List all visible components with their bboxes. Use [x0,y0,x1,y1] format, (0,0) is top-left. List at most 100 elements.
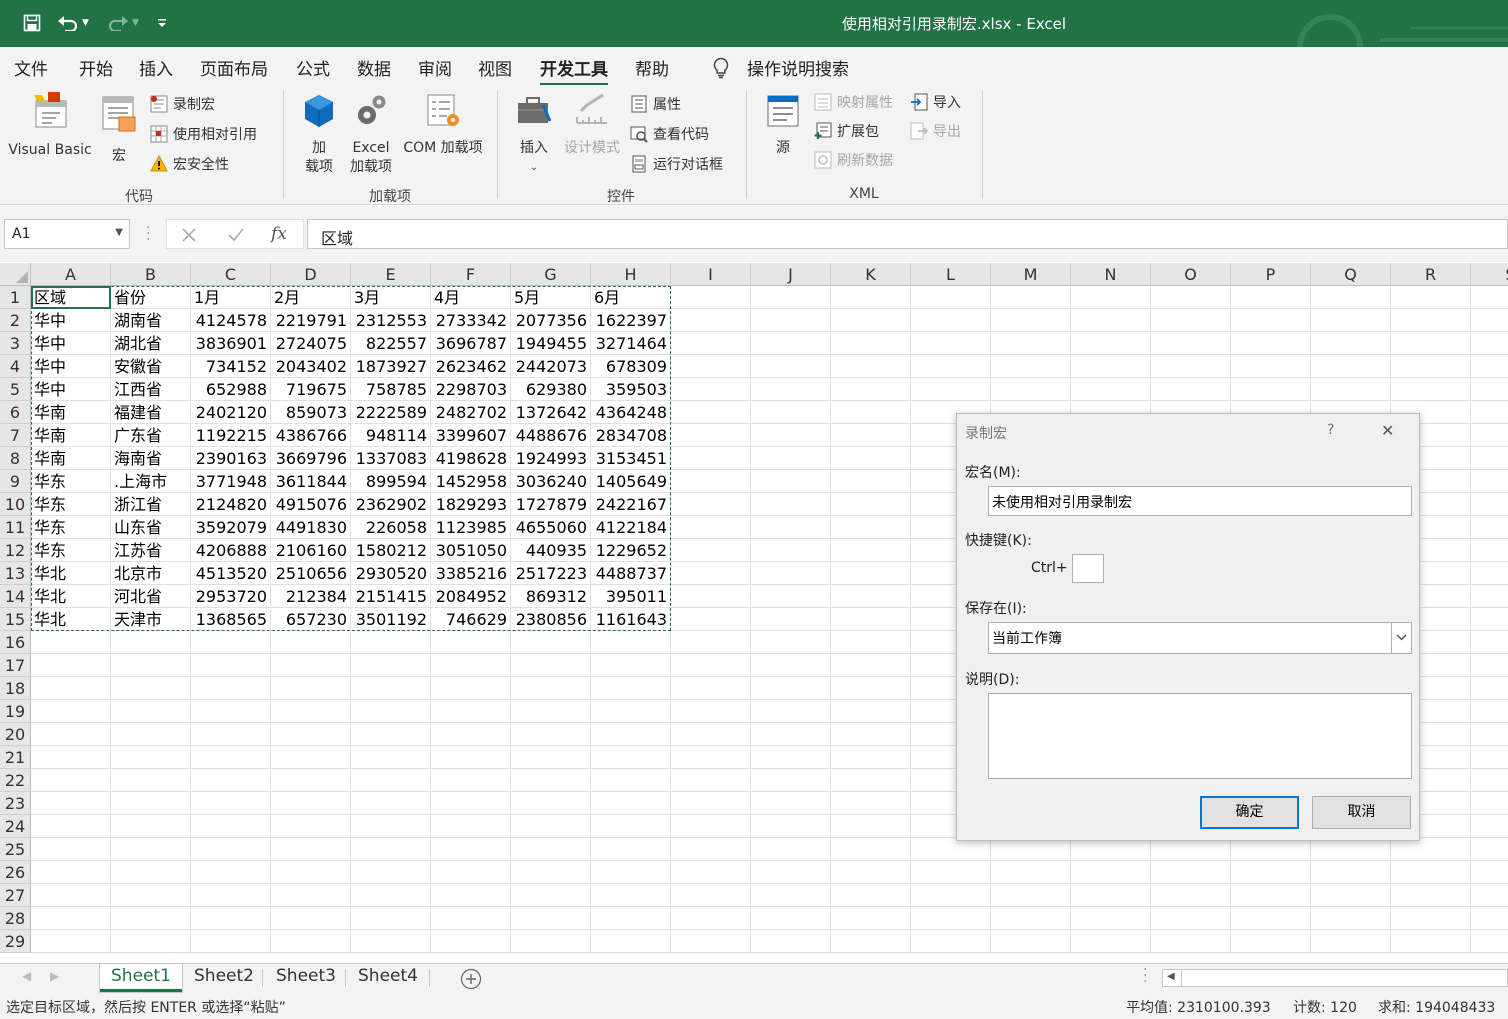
cell[interactable]: 华南 [31,424,111,447]
cell[interactable] [1471,539,1508,562]
cell[interactable]: 719675 [271,378,351,401]
cell[interactable] [831,562,911,585]
cell[interactable] [351,815,431,838]
row-header[interactable]: 3 [0,332,31,355]
cell[interactable]: 2043402 [271,355,351,378]
cell[interactable] [431,884,511,907]
cell[interactable] [351,746,431,769]
cell[interactable] [111,654,191,677]
cell[interactable] [431,769,511,792]
addins-button[interactable]: 加 载项 [296,93,342,177]
cell[interactable] [671,585,751,608]
cell[interactable] [1471,516,1508,539]
cell[interactable] [431,631,511,654]
cell[interactable] [751,378,831,401]
row-header[interactable]: 10 [0,493,31,516]
cell[interactable]: 746629 [431,608,511,631]
cell[interactable] [1151,309,1231,332]
cell[interactable] [31,815,111,838]
record-macro-button[interactable]: 录制宏 [150,93,215,115]
cell[interactable]: 2312553 [351,309,431,332]
formula-input[interactable]: 区域 [307,219,1508,249]
cell[interactable] [111,746,191,769]
row-header[interactable]: 1 [0,286,31,309]
cell[interactable]: 1949455 [511,332,591,355]
cell[interactable] [1391,332,1471,355]
cell[interactable] [911,930,991,953]
insert-function-icon[interactable]: fx [271,224,287,244]
cell[interactable] [31,631,111,654]
cell[interactable]: 华北 [31,585,111,608]
column-header[interactable]: G [511,263,591,286]
cell[interactable] [431,815,511,838]
cell[interactable] [831,677,911,700]
cell[interactable] [1471,700,1508,723]
cell[interactable] [511,884,591,907]
cell[interactable] [831,907,911,930]
cell[interactable]: 1372642 [511,401,591,424]
cell[interactable] [1471,378,1508,401]
cell[interactable] [351,723,431,746]
cell[interactable]: 浙江省 [111,493,191,516]
cell[interactable] [831,286,911,309]
cell[interactable]: 226058 [351,516,431,539]
cell[interactable] [991,907,1071,930]
run-dialog-button[interactable]: 运行对话框 [630,153,723,175]
cell[interactable] [831,309,911,332]
row-header[interactable]: 9 [0,470,31,493]
cell[interactable] [1231,355,1311,378]
column-header[interactable]: L [911,263,991,286]
row-header[interactable]: 20 [0,723,31,746]
cell[interactable]: 3501192 [351,608,431,631]
cell[interactable] [1471,608,1508,631]
cell[interactable] [591,930,671,953]
cell[interactable] [1471,631,1508,654]
cell[interactable]: 4488737 [591,562,671,585]
cell[interactable] [1071,907,1151,930]
cell[interactable] [911,378,991,401]
cell[interactable] [1071,884,1151,907]
cell[interactable] [671,608,751,631]
cell[interactable] [1391,930,1471,953]
cell[interactable]: 湖南省 [111,309,191,332]
row-header[interactable]: 8 [0,447,31,470]
xml-source-button[interactable]: 源 [762,93,804,158]
cell[interactable] [831,516,911,539]
cell[interactable] [751,309,831,332]
visual-basic-button[interactable]: Visual Basic [6,91,94,160]
cell[interactable]: 2151415 [351,585,431,608]
cell[interactable]: 440935 [511,539,591,562]
cell[interactable] [1471,677,1508,700]
cell[interactable] [511,792,591,815]
cell[interactable] [671,792,751,815]
cell[interactable] [831,424,911,447]
cell[interactable]: 3836901 [191,332,271,355]
name-box[interactable]: A1 ▼ [4,219,130,249]
cell[interactable] [831,723,911,746]
cell[interactable] [1391,861,1471,884]
cell[interactable] [671,355,751,378]
cell[interactable] [31,677,111,700]
cell[interactable] [1231,884,1311,907]
cell[interactable] [1231,838,1311,861]
cell[interactable] [191,861,271,884]
cell[interactable] [671,907,751,930]
tab-insert[interactable]: 插入 [139,55,173,80]
cell[interactable]: 华东 [31,493,111,516]
cell[interactable]: 华东 [31,470,111,493]
cell[interactable] [751,332,831,355]
cell[interactable]: 4月 [431,286,511,309]
cell[interactable]: 华中 [31,332,111,355]
cell[interactable]: 359503 [591,378,671,401]
cell[interactable] [1471,746,1508,769]
cell[interactable] [831,838,911,861]
cell[interactable]: 北京市 [111,562,191,585]
column-header[interactable]: S [1471,263,1508,286]
cell[interactable] [751,516,831,539]
cell[interactable] [671,447,751,470]
cell[interactable] [431,930,511,953]
row-header[interactable]: 23 [0,792,31,815]
cell[interactable]: 省份 [111,286,191,309]
xml-export-button[interactable]: 导出 [910,120,961,142]
cell[interactable]: 2953720 [191,585,271,608]
